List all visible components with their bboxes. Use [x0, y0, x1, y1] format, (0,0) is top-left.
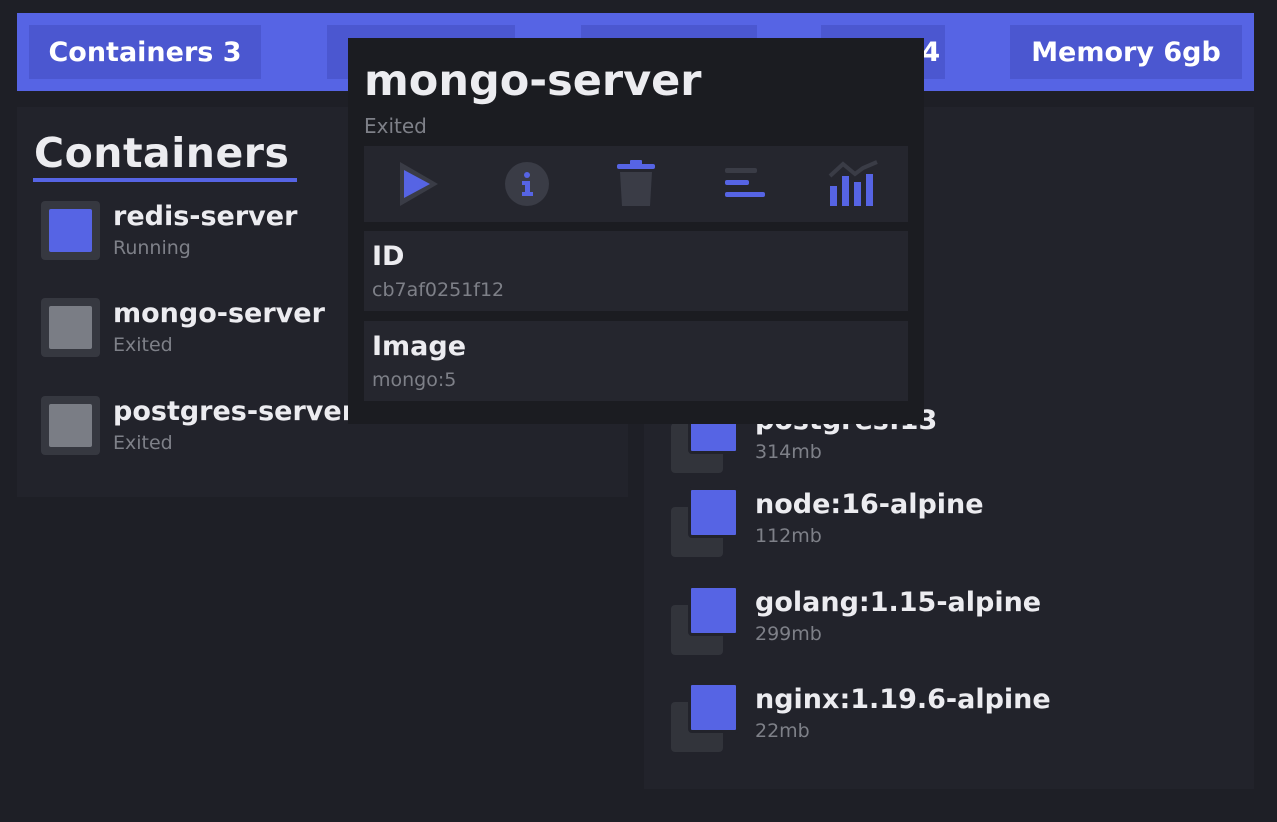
- container-name: postgres-server: [113, 396, 356, 427]
- field-image: Image mongo:5: [364, 321, 908, 401]
- stat-memory: Memory 6gb: [1010, 25, 1242, 79]
- containers-title: Containers: [34, 129, 290, 177]
- container-name: redis-server: [113, 201, 298, 232]
- stats-chart-icon[interactable]: [824, 154, 884, 214]
- state-square: [49, 404, 92, 447]
- image-size: 299mb: [755, 623, 822, 645]
- image-size: 112mb: [755, 525, 822, 547]
- title-underline: [33, 178, 297, 182]
- logs-icon[interactable]: [715, 154, 775, 214]
- container-status: Exited: [113, 334, 173, 356]
- field-value: mongo:5: [372, 369, 457, 391]
- container-name: mongo-server: [113, 298, 325, 329]
- stat-containers: Containers 3: [29, 25, 261, 79]
- container-state-indicator: [41, 396, 100, 455]
- image-icon: [688, 682, 739, 733]
- image-size: 22mb: [755, 720, 810, 742]
- state-square: [49, 306, 92, 349]
- image-name: nginx:1.19.6-alpine: [755, 684, 1051, 715]
- image-name: node:16-alpine: [755, 489, 984, 520]
- action-toolbar: [364, 146, 908, 222]
- image-item-golang[interactable]: golang:1.15-alpine 299mb: [671, 585, 1231, 655]
- field-label: Image: [372, 331, 467, 362]
- field-label: ID: [372, 241, 405, 272]
- image-item-nginx[interactable]: nginx:1.19.6-alpine 22mb: [671, 682, 1231, 752]
- container-state-indicator: [41, 201, 100, 260]
- image-icon: [688, 585, 739, 636]
- popup-title: mongo-server: [364, 56, 702, 106]
- field-id: ID cb7af0251f12: [364, 231, 908, 311]
- field-value: cb7af0251f12: [372, 279, 505, 301]
- container-status: Running: [113, 237, 191, 259]
- image-item-node[interactable]: node:16-alpine 112mb: [671, 487, 1231, 557]
- state-square: [49, 209, 92, 252]
- image-name: golang:1.15-alpine: [755, 587, 1042, 618]
- trash-icon[interactable]: [606, 154, 666, 214]
- info-icon[interactable]: [497, 154, 557, 214]
- play-icon[interactable]: [388, 154, 448, 214]
- container-status: Exited: [113, 432, 173, 454]
- image-icon: [688, 487, 739, 538]
- container-detail-popup: mongo-server Exited ID cb7af0251f12 Imag…: [348, 38, 924, 424]
- popup-status: Exited: [364, 114, 427, 138]
- image-size: 314mb: [755, 441, 822, 463]
- container-state-indicator: [41, 298, 100, 357]
